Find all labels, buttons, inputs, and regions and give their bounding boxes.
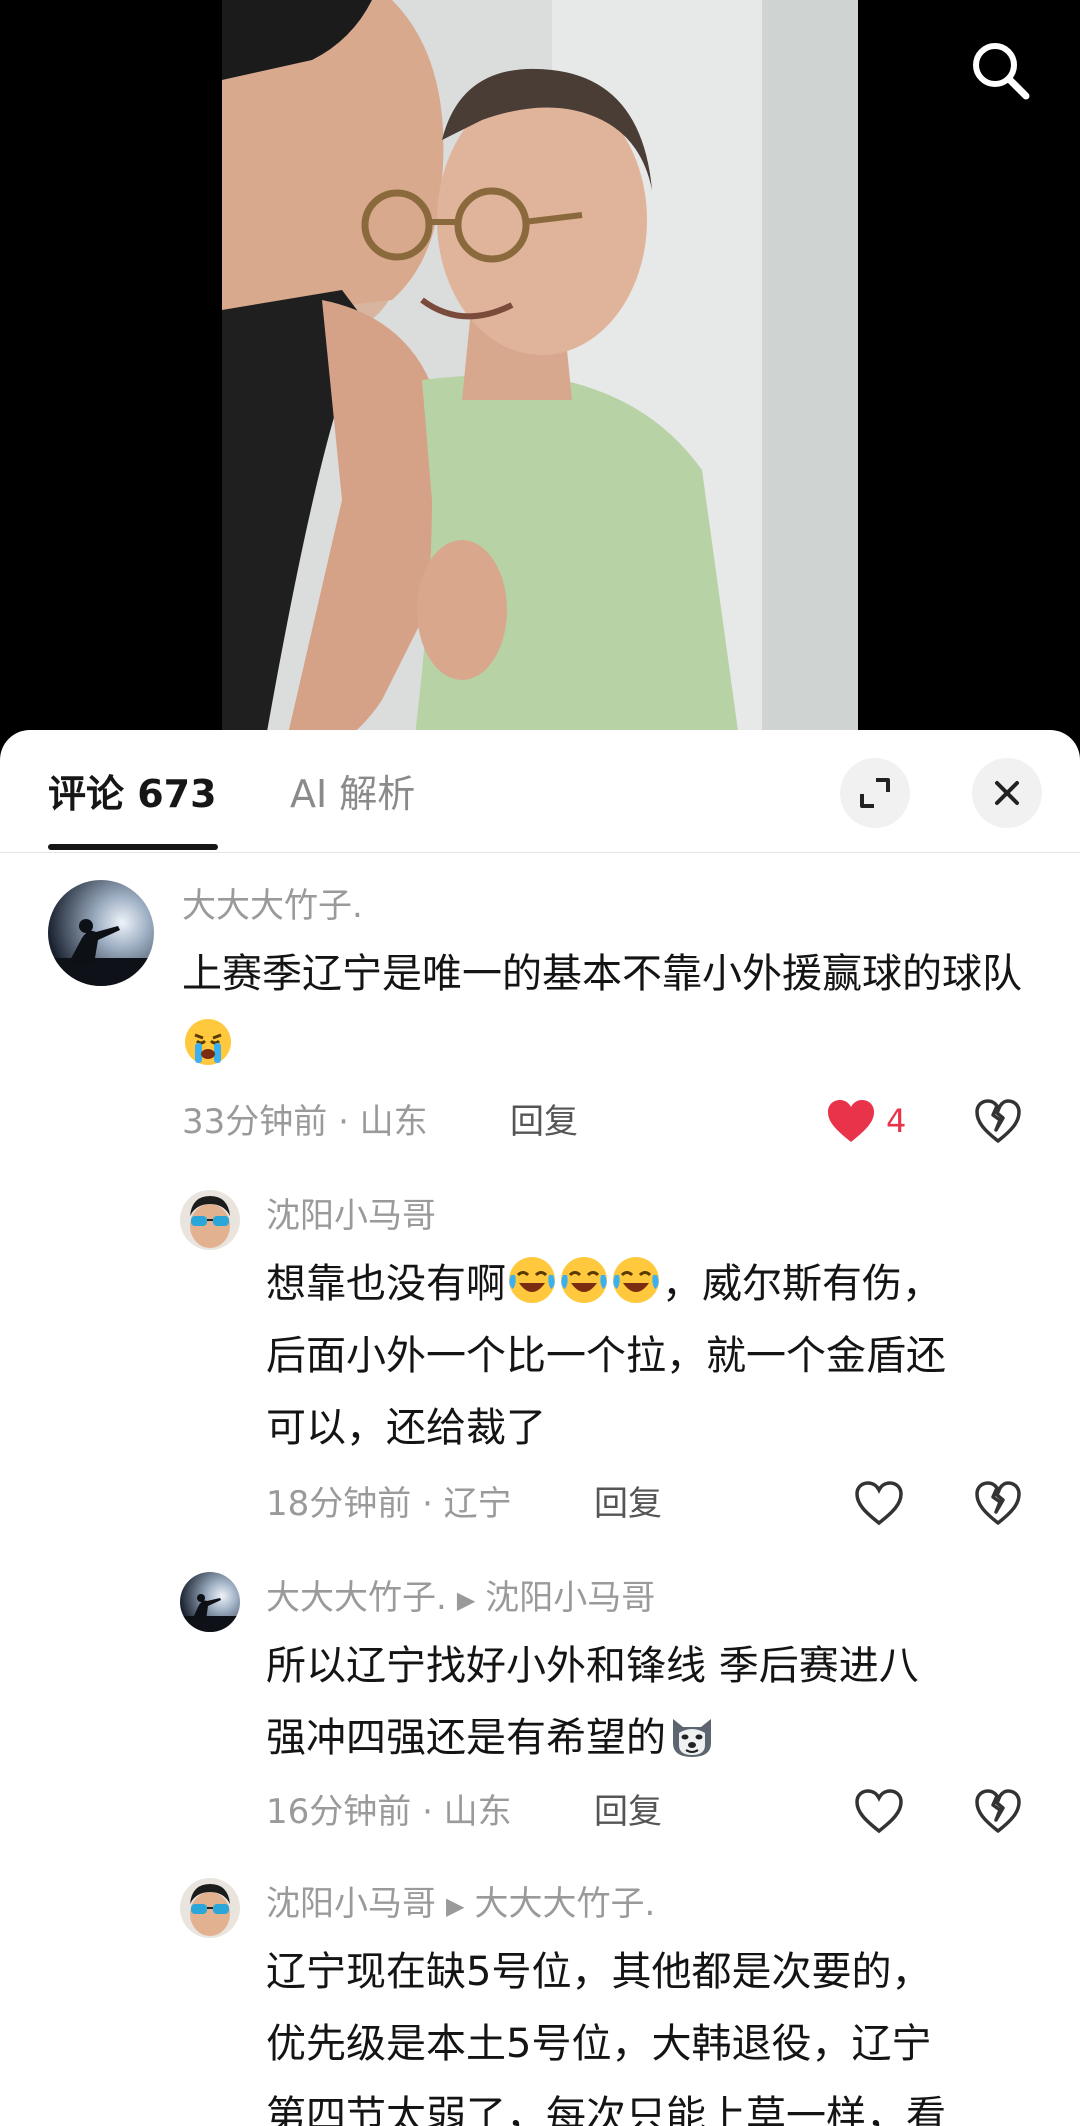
broken-heart-icon — [975, 1481, 1021, 1525]
reply-meta: 16分钟前 · 山东 — [266, 1792, 512, 1832]
reply-target[interactable]: 沈阳小马哥 — [485, 1578, 655, 1618]
laughing-crying-emoji-icon — [559, 1255, 609, 1305]
like-button[interactable] — [854, 1788, 904, 1834]
reply-text: 所以辽宁找好小外和锋线 季后赛进八 强冲四强还是有希望的 — [266, 1630, 1056, 1774]
comment-tabs: 评论 673 AI 解析 — [0, 730, 1080, 853]
avatar-image — [180, 1190, 240, 1250]
like-count: 4 — [886, 1102, 907, 1140]
reply-text-line: 第四节太弱了，每次只能上草一样，看 — [266, 2093, 946, 2126]
reply-text-line: 想靠也没有啊 ，威尔斯有伤， — [266, 1248, 1056, 1320]
close-button[interactable] — [972, 758, 1042, 828]
tab-ai-analysis[interactable]: AI 解析 — [290, 768, 415, 820]
crying-emoji-icon — [183, 1017, 233, 1067]
reply-arrow-icon: ▶ — [446, 1891, 465, 1920]
reply-text-line: 辽宁现在缺5号位，其他都是次要的， — [266, 1949, 932, 1995]
tab-comments[interactable]: 评论 673 — [48, 768, 217, 820]
like-button[interactable] — [854, 1480, 904, 1526]
comment-text-body: 上赛季辽宁是唯一的基本不靠小外援赢球的球队 — [182, 951, 1022, 997]
heart-icon — [855, 1789, 903, 1834]
comment-meta: 33分钟前 · 山东 — [182, 1102, 428, 1142]
reply-username[interactable]: 沈阳小马哥 — [266, 1194, 436, 1238]
comment-sheet: 评论 673 AI 解析 大大大竹子. 上赛季辽宁是唯一的基本不靠小外援赢球的球… — [0, 730, 1080, 2126]
avatar-image — [180, 1572, 240, 1632]
reply-author[interactable]: 沈阳小马哥 — [266, 1884, 436, 1924]
dislike-button[interactable] — [974, 1480, 1022, 1530]
active-tab-indicator — [48, 844, 218, 850]
expand-button[interactable] — [840, 758, 910, 828]
video-image — [222, 0, 858, 760]
comment-text: 上赛季辽宁是唯一的基本不靠小外援赢球的球队 — [182, 938, 1022, 1082]
reply-meta: 18分钟前 · 辽宁 — [266, 1484, 512, 1524]
video-player[interactable] — [0, 0, 1080, 760]
like-button[interactable]: 4 — [826, 1098, 906, 1144]
reply-text-segment: 想靠也没有啊 — [266, 1261, 506, 1307]
reply-text-segment: ，威尔斯有伤， — [662, 1261, 942, 1307]
dislike-button[interactable] — [974, 1788, 1022, 1838]
reply-text-line: 后面小外一个比一个拉，就一个金盾还 — [266, 1333, 946, 1379]
broken-heart-icon — [975, 1789, 1021, 1833]
avatar-image — [48, 880, 154, 986]
reply-text-line: 所以辽宁找好小外和锋线 季后赛进八 — [266, 1643, 919, 1689]
reply-target[interactable]: 大大大竹子. — [474, 1884, 655, 1924]
avatar[interactable] — [180, 1190, 240, 1250]
avatar-image — [180, 1878, 240, 1938]
avatar[interactable] — [180, 1572, 240, 1632]
heart-icon — [855, 1481, 903, 1526]
search-icon — [973, 43, 1030, 100]
reply-text-segment: 强冲四强还是有希望的 — [266, 1715, 666, 1761]
laughing-crying-emoji-icon — [507, 1255, 557, 1305]
reply-text-line: 优先级是本土5号位，大韩退役，辽宁 — [266, 2021, 932, 2067]
comment-username[interactable]: 大大大竹子. — [182, 884, 363, 928]
dislike-button[interactable] — [974, 1098, 1022, 1148]
reply-text-line: 强冲四强还是有希望的 — [266, 1702, 1056, 1774]
reply-button[interactable]: 回复 — [510, 1100, 578, 1144]
reply-username: 沈阳小马哥 ▶ 大大大竹子. — [266, 1882, 655, 1928]
close-icon — [995, 781, 1019, 805]
reply-author[interactable]: 大大大竹子. — [266, 1578, 447, 1618]
avatar[interactable] — [48, 880, 154, 986]
avatar[interactable] — [180, 1878, 240, 1938]
broken-heart-icon — [975, 1099, 1021, 1143]
reply-button[interactable]: 回复 — [594, 1790, 662, 1834]
search-button[interactable] — [960, 30, 1040, 110]
expand-icon — [860, 778, 890, 808]
laughing-crying-emoji-icon — [611, 1255, 661, 1305]
husky-emoji-icon — [667, 1709, 717, 1759]
video-frame — [222, 0, 858, 760]
reply-text: 辽宁现在缺5号位，其他都是次要的， 优先级是本土5号位，大韩退役，辽宁 第四节太… — [266, 1936, 1056, 2126]
heart-icon — [828, 1100, 874, 1142]
reply-username: 大大大竹子. ▶ 沈阳小马哥 — [266, 1576, 655, 1622]
reply-button[interactable]: 回复 — [594, 1482, 662, 1526]
reply-arrow-icon: ▶ — [456, 1585, 476, 1614]
reply-text-line: 可以，还给裁了 — [266, 1405, 546, 1451]
reply-text: 想靠也没有啊 ，威尔斯有伤， 后面小外一个比一个拉，就一个金盾还 可以，还给裁了 — [266, 1248, 1056, 1464]
